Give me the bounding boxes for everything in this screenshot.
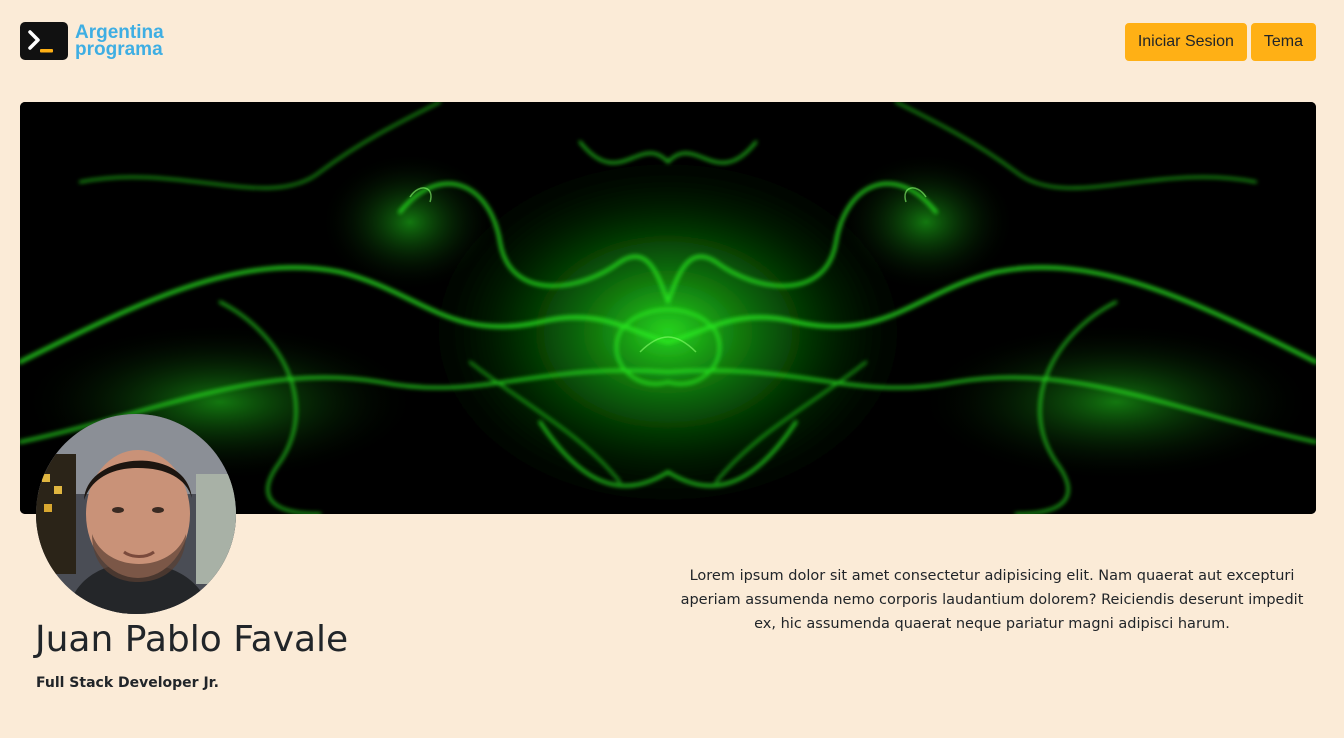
profile-name: Juan Pablo Favale — [35, 619, 349, 660]
brand-name: Argentina programa — [75, 23, 164, 60]
login-button[interactable]: Iniciar Sesion — [1124, 23, 1247, 61]
nav-buttons: Iniciar Sesion Tema — [1124, 23, 1316, 61]
terminal-prompt-icon — [20, 22, 68, 60]
about-text: Lorem ipsum dolor sit amet consectetur a… — [680, 568, 1304, 632]
brand-line-2: programa — [75, 39, 163, 60]
profile-photo — [36, 414, 236, 614]
theme-button[interactable]: Tema — [1250, 23, 1316, 61]
brand-logo-link[interactable]: Argentina programa — [20, 22, 164, 60]
profile-avatar — [36, 414, 236, 614]
profile-role: Full Stack Developer Jr. — [36, 675, 219, 691]
navbar: Argentina programa Iniciar Sesion Tema — [0, 0, 1344, 84]
